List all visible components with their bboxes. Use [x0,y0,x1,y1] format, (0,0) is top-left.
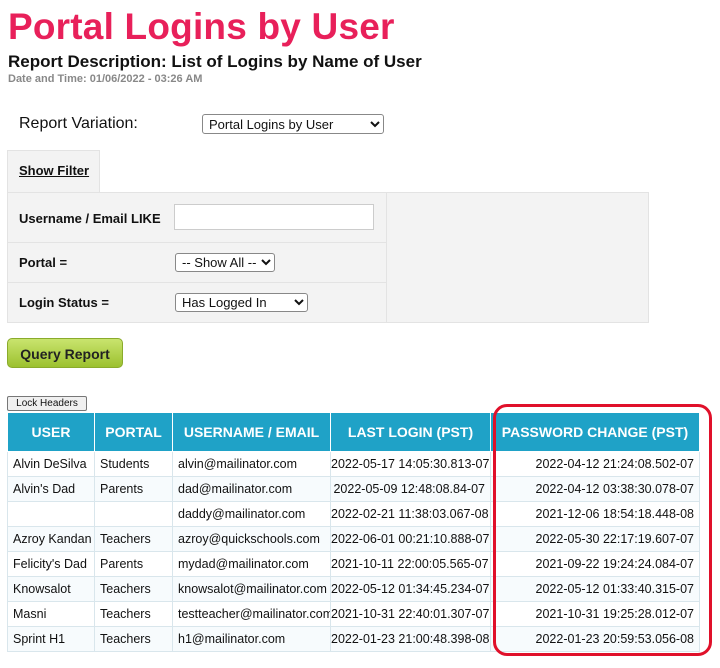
filter-grid: Username / Email LIKE Portal = -- Show A… [8,193,387,323]
show-filter-label: Show Filter [19,163,90,178]
filter-row-username: Username / Email LIKE [8,193,387,242]
portal-cell: Teachers [94,526,173,552]
email-cell: knowsalot@mailinator.com [172,576,331,602]
report-variation-select[interactable]: Portal Logins by User [202,114,384,134]
portal-filter-select[interactable]: -- Show All -- [175,253,275,272]
portal-cell: Teachers [94,576,173,602]
report-description: Report Description: List of Logins by Na… [8,52,422,71]
column-header-portal[interactable]: PORTAL [94,412,173,452]
username-filter-label: Username / Email LIKE [19,211,161,226]
email-cell: azroy@quickschools.com [172,526,331,552]
user-cell [7,501,95,527]
portal-cell [94,501,173,527]
column-header-last-login[interactable]: LAST LOGIN (PST) [330,412,491,452]
last-login-cell: 2022-02-21 11:38:03.067-08 [330,501,491,527]
report-datetime: Date and Time: 01/06/2022 - 03:26 AM [8,73,203,85]
portal-filter-label: Portal = [19,255,68,270]
user-cell: Alvin DeSilva [7,451,95,477]
email-cell: h1@mailinator.com [172,626,331,652]
user-cell: Knowsalot [7,576,95,602]
filter-panel: Username / Email LIKE Portal = -- Show A… [7,192,649,323]
user-cell: Masni [7,601,95,627]
username-filter-input[interactable] [174,204,374,230]
filter-row-login-status: Login Status = Has Logged In [8,282,387,323]
portal-cell: Parents [94,551,173,577]
user-cell: Felicity's Dad [7,551,95,577]
portal-cell: Teachers [94,626,173,652]
portal-cell: Teachers [94,601,173,627]
page-title: Portal Logins by User [8,6,395,47]
last-login-cell: 2021-10-11 22:00:05.565-07 [330,551,491,577]
last-login-cell: 2022-01-23 21:00:48.398-08 [330,626,491,652]
login-status-filter-label: Login Status = [19,295,109,310]
portal-cell: Parents [94,476,173,502]
column-header-username-email[interactable]: USERNAME / EMAIL [172,412,331,452]
login-status-filter-select[interactable]: Has Logged In [175,293,308,312]
email-cell: dad@mailinator.com [172,476,331,502]
lock-headers-button[interactable]: Lock Headers [7,396,87,411]
email-cell: alvin@mailinator.com [172,451,331,477]
last-login-cell: 2022-05-09 12:48:08.84-07 [330,476,491,502]
column-header-user[interactable]: USER [7,412,95,452]
last-login-cell: 2022-05-12 01:34:45.234-07 [330,576,491,602]
last-login-cell: 2022-06-01 00:21:10.888-07 [330,526,491,552]
user-cell: Azroy Kandan [7,526,95,552]
last-login-cell: 2022-05-17 14:05:30.813-07 [330,451,491,477]
user-cell: Sprint H1 [7,626,95,652]
user-cell: Alvin's Dad [7,476,95,502]
email-cell: daddy@mailinator.com [172,501,331,527]
email-cell: testteacher@mailinator.com [172,601,331,627]
filter-row-portal: Portal = -- Show All -- [8,242,387,283]
report-variation-label: Report Variation: [19,115,138,132]
email-cell: mydad@mailinator.com [172,551,331,577]
tab-show-filter[interactable]: Show Filter [7,150,100,192]
last-login-cell: 2021-10-31 22:40:01.307-07 [330,601,491,627]
query-report-button[interactable]: Query Report [7,338,123,368]
password-change-highlight [493,404,712,656]
portal-cell: Students [94,451,173,477]
